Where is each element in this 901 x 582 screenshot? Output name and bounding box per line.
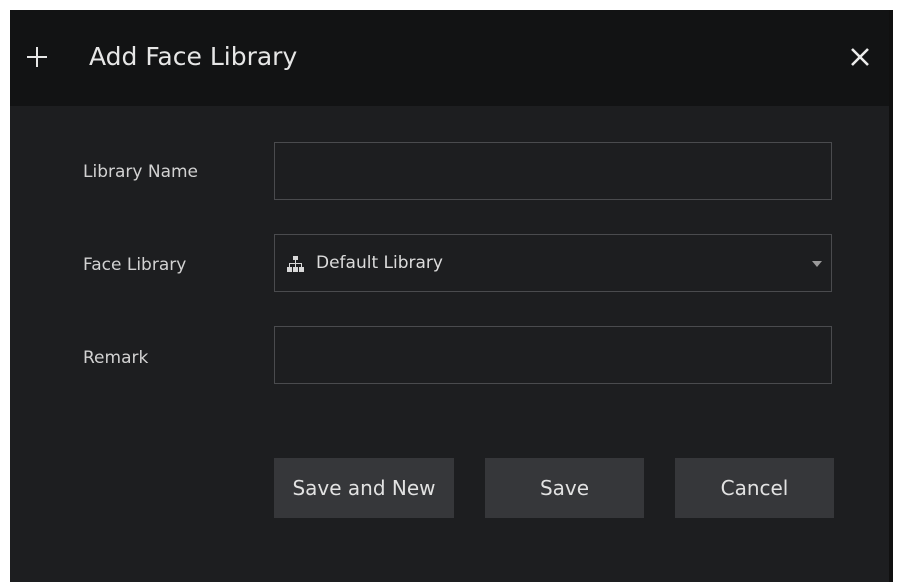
save-button[interactable]: Save (485, 458, 644, 518)
remark-input[interactable] (274, 326, 832, 384)
add-face-library-dialog: Add Face Library Library Name Face Libra… (10, 10, 893, 582)
chevron-down-icon (812, 261, 822, 267)
save-and-new-label: Save and New (292, 476, 436, 500)
dialog-title: Add Face Library (89, 42, 298, 71)
plus-icon (27, 47, 47, 67)
save-and-new-button[interactable]: Save and New (274, 458, 454, 518)
face-library-label: Face Library (83, 255, 187, 275)
face-library-selected-value: Default Library (316, 253, 443, 273)
dialog-title-bar: Add Face Library (10, 10, 893, 106)
library-name-label: Library Name (83, 162, 198, 182)
remark-label: Remark (83, 348, 149, 368)
library-name-input[interactable] (274, 142, 832, 200)
tree-icon (287, 256, 304, 272)
face-library-select[interactable]: Default Library (274, 234, 832, 292)
close-icon[interactable] (850, 47, 870, 67)
cancel-button[interactable]: Cancel (675, 458, 834, 518)
